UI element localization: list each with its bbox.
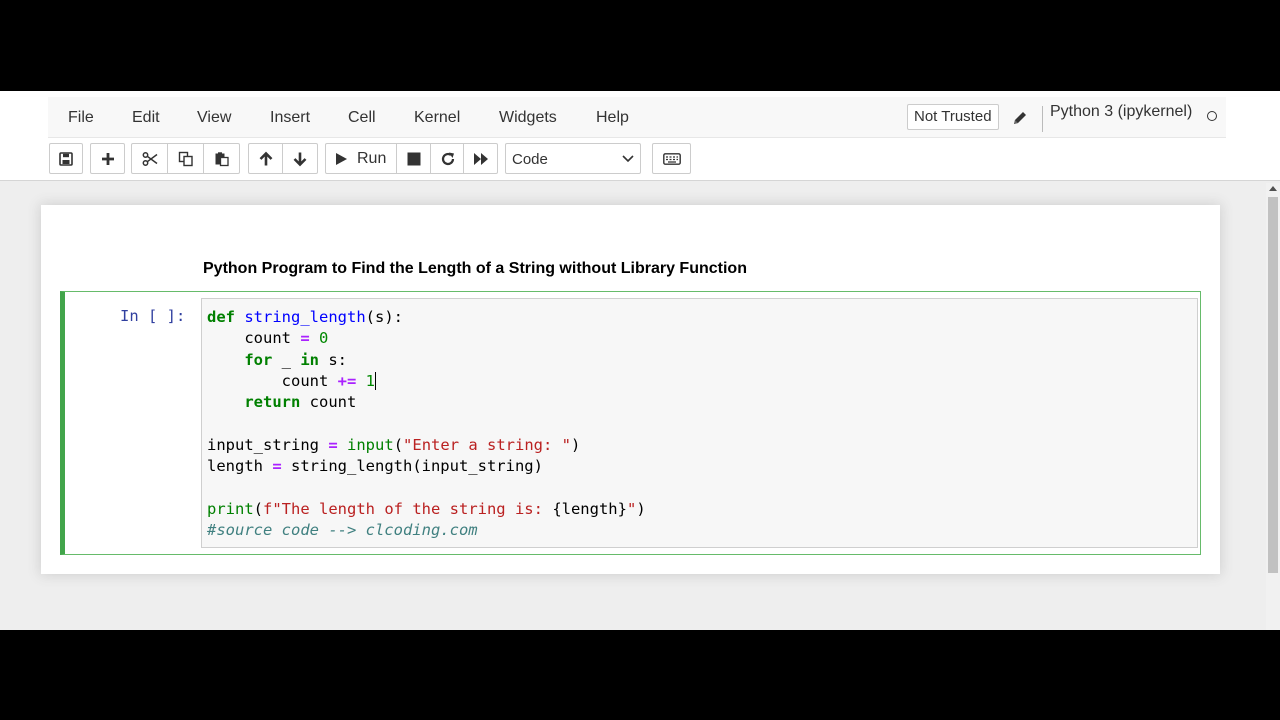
run-button[interactable]: Run xyxy=(325,143,397,174)
code-token: (s): xyxy=(365,308,403,326)
code-token: {length} xyxy=(552,499,627,518)
cell-type-value: Code xyxy=(512,151,548,168)
markdown-heading[interactable]: Python Program to Find the Length of a S… xyxy=(203,257,747,281)
restart-run-all-button[interactable] xyxy=(463,143,498,174)
code-token: in xyxy=(300,350,319,369)
scissors-icon xyxy=(142,151,157,166)
cell-type-select[interactable]: Code xyxy=(505,143,641,174)
restart-kernel-button[interactable] xyxy=(430,143,465,174)
code-cell[interactable]: In [ ]: def string_length(s): count = 0 … xyxy=(60,291,1201,555)
code-token: f"The length of the string is: xyxy=(263,499,553,518)
move-up-button[interactable] xyxy=(248,143,283,174)
code-token: #source code --> clcoding.com xyxy=(207,521,478,539)
code-token: string_length(input_string) xyxy=(281,457,543,476)
copy-icon xyxy=(178,151,193,166)
menu-kernel[interactable]: Kernel xyxy=(414,97,460,138)
kernel-idle-indicator-icon xyxy=(1207,111,1217,121)
code-token: = xyxy=(300,329,310,348)
code-token: += xyxy=(337,371,357,390)
code-token: for xyxy=(244,350,273,369)
menu-file[interactable]: File xyxy=(68,97,94,138)
code-token: input_string xyxy=(207,435,329,454)
code-token: 1 xyxy=(365,371,377,390)
interrupt-button[interactable] xyxy=(396,143,431,174)
menu-help[interactable]: Help xyxy=(596,97,629,138)
notebook-container: Python Program to Find the Length of a S… xyxy=(41,205,1220,574)
code-line: print(f"The length of the string is: {le… xyxy=(207,499,646,520)
code-token: ) xyxy=(636,499,646,518)
save-button[interactable] xyxy=(49,143,83,174)
fast-forward-icon xyxy=(473,152,488,165)
save-icon xyxy=(59,151,73,166)
code-token: _ xyxy=(272,350,301,369)
code-editor[interactable]: def string_length(s): count = 0 for _ in… xyxy=(201,298,1198,548)
keyboard-icon xyxy=(662,152,681,165)
jupyter-app: File Edit View Insert Cell Kernel Widget… xyxy=(0,91,1280,630)
code-token: count xyxy=(300,393,357,412)
code-token: input xyxy=(347,435,394,454)
code-line: count = 0 xyxy=(207,328,328,349)
code-line: return count xyxy=(207,392,356,413)
code-token: print xyxy=(207,499,254,518)
page-scrollbar[interactable] xyxy=(1266,183,1280,630)
copy-button[interactable] xyxy=(167,143,204,174)
chevron-down-icon xyxy=(622,155,634,163)
command-palette-button[interactable] xyxy=(652,143,691,174)
insert-cell-button[interactable] xyxy=(90,143,125,174)
code-token: 0 xyxy=(319,329,329,348)
code-line: def string_length(s): xyxy=(207,307,403,328)
code-line: count += 1 xyxy=(207,371,377,392)
menu-insert[interactable]: Insert xyxy=(270,97,310,138)
scroll-up-arrow-icon[interactable] xyxy=(1269,186,1277,191)
code-token: "Enter a string: " xyxy=(403,435,572,454)
menu-view[interactable]: View xyxy=(197,97,231,138)
code-line: #source code --> clcoding.com xyxy=(207,520,478,541)
restart-icon xyxy=(441,152,454,165)
code-line: length = string_length(input_string) xyxy=(207,456,543,477)
cut-button[interactable] xyxy=(131,143,168,174)
scrollbar-thumb[interactable] xyxy=(1268,197,1278,573)
menu-widgets[interactable]: Widgets xyxy=(499,97,557,138)
move-down-button[interactable] xyxy=(282,143,318,174)
paste-button[interactable] xyxy=(203,143,240,174)
kernel-name[interactable]: Python 3 (ipykernel) xyxy=(1050,91,1192,132)
code-token: count xyxy=(207,371,338,390)
play-icon xyxy=(336,152,347,165)
pencil-icon[interactable] xyxy=(1011,109,1029,127)
code-token: return xyxy=(244,393,301,412)
notebook-header: File Edit View Insert Cell Kernel Widget… xyxy=(0,91,1280,181)
plus-icon xyxy=(101,152,114,165)
code-token: ) xyxy=(571,435,581,454)
code-token: = xyxy=(272,457,282,476)
kernel-separator xyxy=(1042,106,1043,132)
code-token: length xyxy=(207,457,273,476)
code-token: def xyxy=(207,308,235,326)
code-token: s: xyxy=(319,350,347,369)
run-label: Run xyxy=(357,150,387,167)
menu-cell[interactable]: Cell xyxy=(348,97,376,138)
code-token: " xyxy=(626,499,637,518)
code-line: input_string = input("Enter a string: ") xyxy=(207,435,580,456)
arrow-up-icon xyxy=(259,151,272,165)
stop-icon xyxy=(407,152,420,165)
paste-icon xyxy=(215,151,229,166)
code-token: ( xyxy=(393,435,404,454)
code-token: ( xyxy=(253,499,264,518)
menu-edit[interactable]: Edit xyxy=(132,97,160,138)
input-prompt: In [ ]: xyxy=(120,307,186,325)
code-token: string_length xyxy=(244,308,366,326)
code-line: for _ in s: xyxy=(207,350,347,371)
arrow-down-icon xyxy=(293,152,307,166)
code-token: count xyxy=(207,329,301,348)
code-token: = xyxy=(328,435,338,454)
not-trusted-badge[interactable]: Not Trusted xyxy=(907,104,999,130)
